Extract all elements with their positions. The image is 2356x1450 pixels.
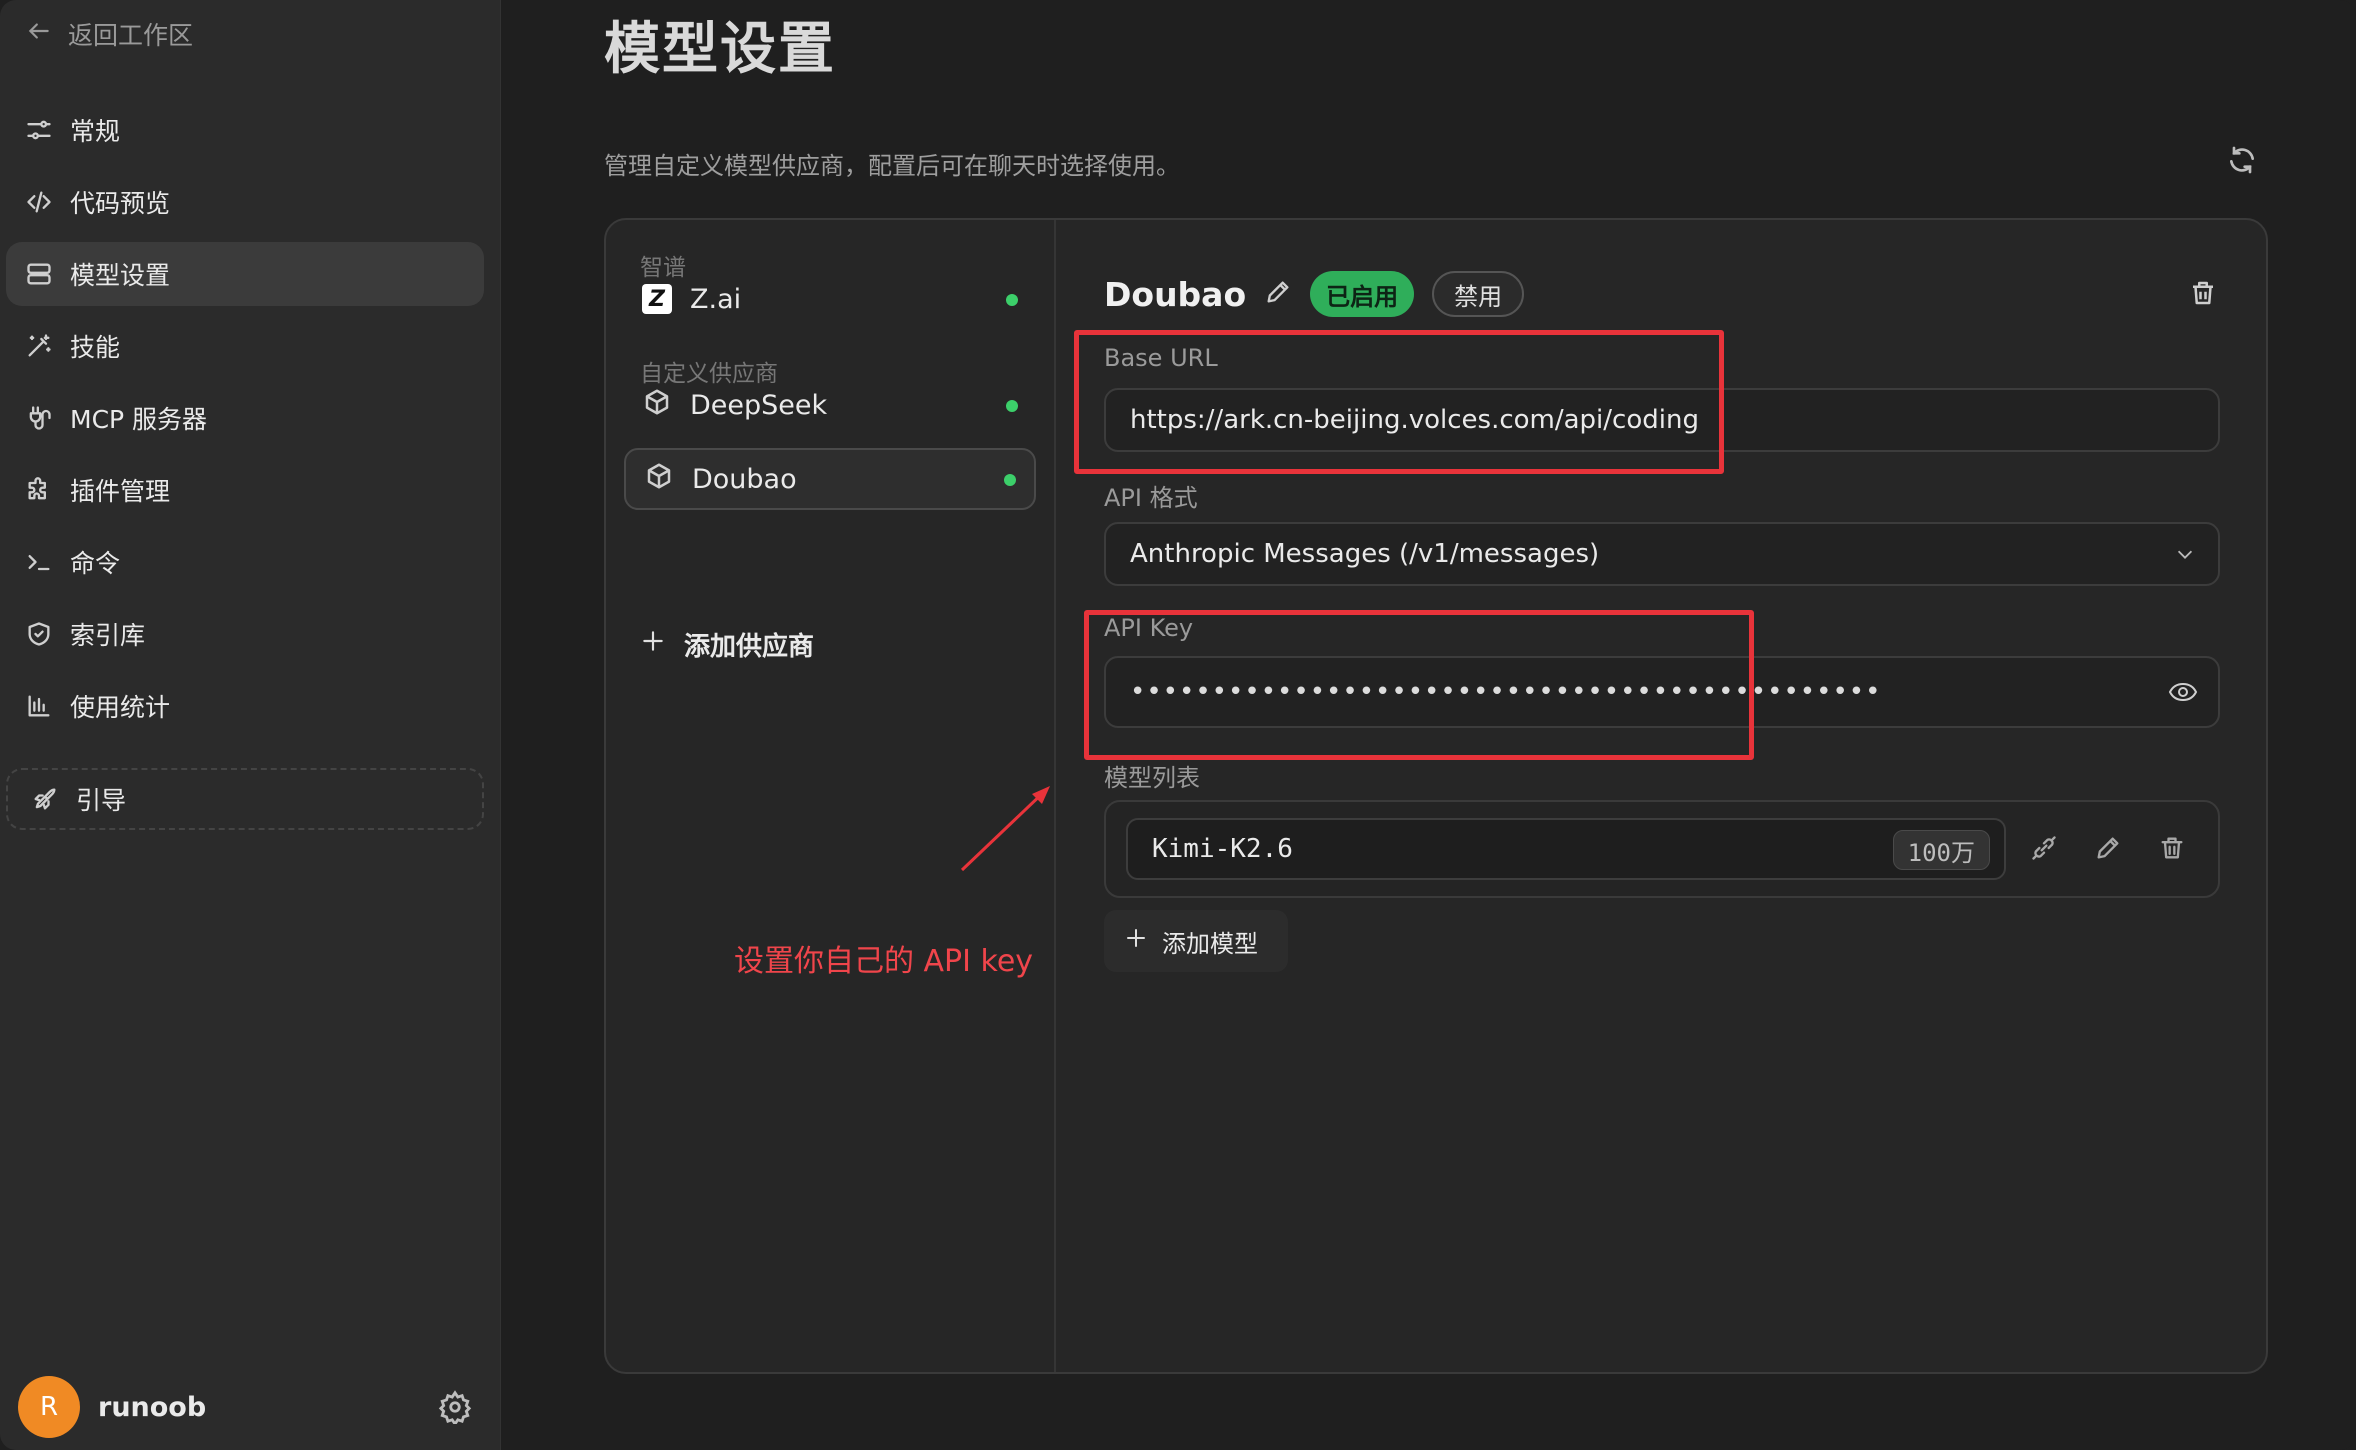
eye-icon[interactable] <box>2168 680 2198 711</box>
settings-nav: 常规 代码预览 模型设置 技能 MCP 服务器 插件管理 命令 索引库 使用统计 <box>6 98 484 746</box>
chevron-down-icon <box>2174 542 2196 572</box>
avatar-initial: R <box>39 1392 59 1422</box>
sidebar-item-general[interactable]: 常规 <box>6 98 484 162</box>
page-title: 模型设置 <box>604 17 836 82</box>
sidebar: 返回工作区 常规 代码预览 模型设置 技能 MCP 服务器 插件管理 命令 索引… <box>0 0 501 1450</box>
gear-icon[interactable] <box>438 1390 472 1427</box>
trash-icon[interactable] <box>2158 834 2186 866</box>
status-dot <box>1006 294 1018 306</box>
model-row[interactable]: Kimi-K2.6 100万 <box>1126 818 2006 880</box>
sidebar-item-usage-stats[interactable]: 使用统计 <box>6 674 484 738</box>
plus-icon <box>1124 926 1148 956</box>
provider-item-zai[interactable]: Z Z.ai <box>624 268 1036 330</box>
annotation-arrow-icon <box>960 786 1050 872</box>
provider-name: DeepSeek <box>690 389 828 421</box>
sidebar-item-label: 使用统计 <box>70 693 171 722</box>
shield-icon <box>24 619 54 649</box>
provider-header: Doubao 已启用 禁用 <box>1104 268 1525 320</box>
user-profile: R runoob <box>18 1376 478 1438</box>
sidebar-item-label: 常规 <box>70 117 121 146</box>
sidebar-item-label: 代码预览 <box>70 189 171 218</box>
terminal-icon <box>24 547 54 577</box>
add-model-label: 添加模型 <box>1162 929 1258 958</box>
settings-window: 返回工作区 常规 代码预览 模型设置 技能 MCP 服务器 插件管理 命令 索引… <box>0 0 2356 1450</box>
cube-icon <box>644 461 674 498</box>
provider-name: Doubao <box>692 463 797 495</box>
model-list-label: 模型列表 <box>1104 764 1200 792</box>
sidebar-item-label: 插件管理 <box>70 477 171 506</box>
guide-label: 引导 <box>76 786 127 815</box>
page-subtitle: 管理自定义模型供应商，配置后可在聊天时选择使用。 <box>604 152 1180 180</box>
sliders-icon <box>24 115 54 145</box>
provider-title: Doubao <box>1104 274 1247 314</box>
api-format-value: Anthropic Messages (/v1/messages) <box>1130 539 1600 569</box>
refresh-icon[interactable] <box>2226 144 2260 178</box>
annotation-text: 设置你自己的 API key <box>734 944 1034 979</box>
puzzle-icon <box>24 475 54 505</box>
sidebar-item-code-preview[interactable]: 代码预览 <box>6 170 484 234</box>
api-format-select[interactable]: Anthropic Messages (/v1/messages) <box>1104 522 2220 586</box>
sidebar-item-label: 技能 <box>70 333 121 362</box>
rocket-icon <box>30 784 60 814</box>
highlight-box-api-key <box>1084 610 1754 760</box>
sidebar-item-label: 索引库 <box>70 621 146 650</box>
plug-icon <box>24 403 54 433</box>
zai-logo-icon: Z <box>642 284 672 314</box>
model-list: Kimi-K2.6 100万 <box>1104 800 2220 898</box>
status-dot <box>1006 400 1018 412</box>
sidebar-item-commands[interactable]: 命令 <box>6 530 484 594</box>
sidebar-item-label: 命令 <box>70 549 121 578</box>
server-icon <box>24 259 54 289</box>
disable-button[interactable]: 禁用 <box>1432 271 1525 317</box>
username: runoob <box>98 1391 207 1423</box>
guide-button[interactable]: 引导 <box>6 768 484 830</box>
pencil-icon[interactable] <box>1264 278 1292 310</box>
bar-chart-icon <box>24 691 54 721</box>
sidebar-item-label: 模型设置 <box>70 261 171 290</box>
add-provider-label: 添加供应商 <box>684 632 815 662</box>
add-provider-button[interactable]: 添加供应商 <box>640 626 814 663</box>
code-icon <box>24 187 54 217</box>
status-dot <box>1004 474 1016 486</box>
pencil-icon[interactable] <box>2094 834 2122 866</box>
context-badge: 100万 <box>1892 830 1990 870</box>
sidebar-item-mcp-servers[interactable]: MCP 服务器 <box>6 386 484 450</box>
plus-icon <box>640 628 666 661</box>
sidebar-item-label: MCP 服务器 <box>70 405 208 434</box>
delete-provider-icon[interactable] <box>2188 278 2218 312</box>
highlight-box-base-url <box>1074 330 1724 474</box>
sidebar-item-plugins[interactable]: 插件管理 <box>6 458 484 522</box>
sidebar-item-skills[interactable]: 技能 <box>6 314 484 378</box>
link-icon[interactable] <box>2030 834 2058 866</box>
magic-wand-icon <box>24 331 54 361</box>
back-label: 返回工作区 <box>68 21 194 50</box>
model-name: Kimi-K2.6 <box>1152 834 1293 864</box>
cube-icon <box>642 387 672 424</box>
sidebar-item-index[interactable]: 索引库 <box>6 602 484 666</box>
provider-name: Z.ai <box>690 283 742 315</box>
arrow-left-icon <box>26 18 52 50</box>
sidebar-item-model-settings[interactable]: 模型设置 <box>6 242 484 306</box>
api-format-label: API 格式 <box>1104 484 1198 512</box>
enabled-badge[interactable]: 已启用 <box>1310 271 1415 317</box>
add-model-button[interactable]: 添加模型 <box>1104 910 1288 972</box>
provider-item-deepseek[interactable]: DeepSeek <box>624 374 1036 436</box>
back-to-workspace-link[interactable]: 返回工作区 <box>26 14 193 54</box>
avatar[interactable]: R <box>18 1376 80 1438</box>
provider-item-doubao[interactable]: Doubao <box>624 448 1036 510</box>
